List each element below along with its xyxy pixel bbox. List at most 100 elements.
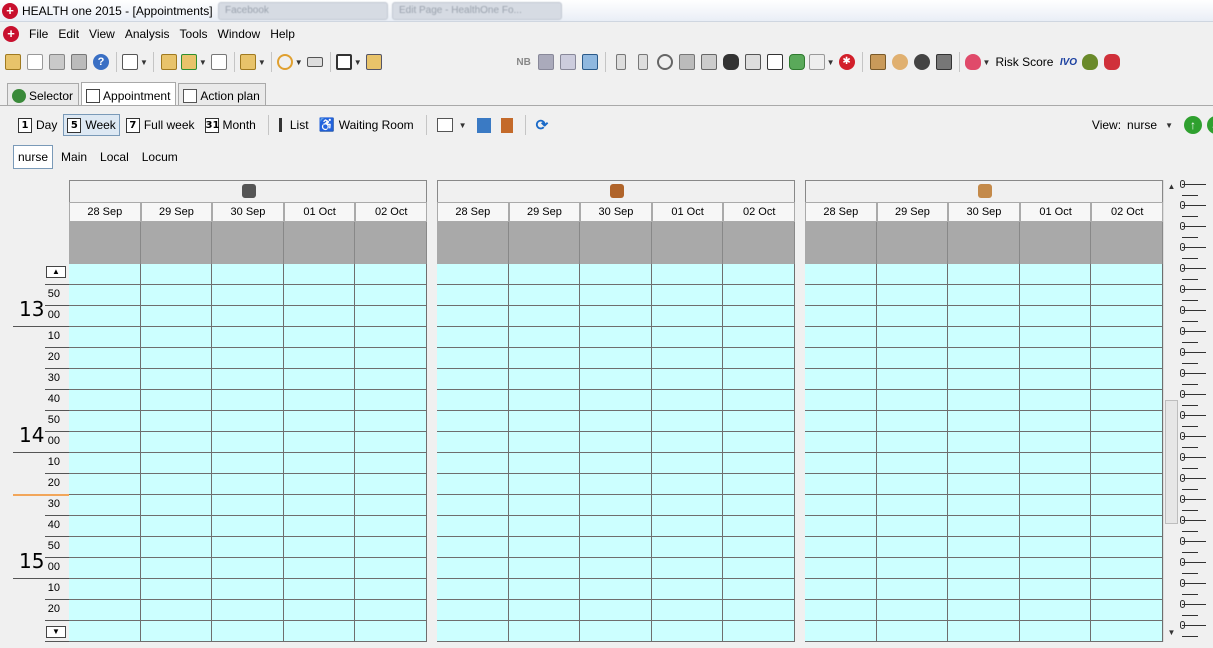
new-document-button[interactable] xyxy=(25,51,45,73)
appointment-slot[interactable] xyxy=(1019,516,1092,537)
appointment-slot[interactable] xyxy=(69,306,141,327)
appointment-slot[interactable] xyxy=(651,348,724,369)
appointment-slot[interactable] xyxy=(212,558,284,579)
menu-help[interactable]: Help xyxy=(266,23,301,45)
appointment-slot[interactable] xyxy=(355,264,427,285)
card-reader-button[interactable] xyxy=(305,51,325,73)
appointment-slot[interactable] xyxy=(140,558,213,579)
appointment-slot[interactable] xyxy=(651,432,724,453)
appointment-slot[interactable] xyxy=(805,264,877,285)
appointment-slot[interactable] xyxy=(1091,537,1163,558)
appointment-slot[interactable] xyxy=(580,264,652,285)
appointment-slot[interactable] xyxy=(876,306,949,327)
appointment-slot[interactable] xyxy=(283,474,356,495)
tools-button[interactable] xyxy=(677,51,697,73)
calendar-scrollbar[interactable]: ▲ ▼ xyxy=(1163,180,1178,642)
appointment-slot[interactable] xyxy=(876,327,949,348)
all-day-area[interactable] xyxy=(580,222,652,264)
appointment-slot[interactable] xyxy=(580,621,652,642)
package-button[interactable] xyxy=(868,51,888,73)
appointment-slot[interactable] xyxy=(651,474,724,495)
appointment-slot[interactable] xyxy=(69,600,141,621)
appointment-slot[interactable] xyxy=(876,285,949,306)
appointment-slot[interactable] xyxy=(437,621,509,642)
appointment-slot[interactable] xyxy=(948,285,1020,306)
pill-box-button[interactable] xyxy=(699,51,719,73)
all-day-area[interactable] xyxy=(1019,222,1092,264)
appointment-slot[interactable] xyxy=(876,579,949,600)
appointment-slot[interactable] xyxy=(437,285,509,306)
appointment-slot[interactable] xyxy=(69,621,141,642)
appointment-slot[interactable] xyxy=(723,264,795,285)
appointment-slot[interactable] xyxy=(508,453,581,474)
appointment-slot[interactable] xyxy=(805,327,877,348)
appointment-slot[interactable] xyxy=(1019,390,1092,411)
appointment-slot[interactable] xyxy=(1091,432,1163,453)
appointment-slot[interactable] xyxy=(723,600,795,621)
appointment-slot[interactable] xyxy=(805,369,877,390)
appointment-slot[interactable] xyxy=(1091,369,1163,390)
day-header[interactable]: 02 Oct xyxy=(723,202,795,222)
appointment-slot[interactable] xyxy=(876,264,949,285)
appointment-slot[interactable] xyxy=(580,495,652,516)
appointment-slot[interactable] xyxy=(283,390,356,411)
appointment-slot[interactable] xyxy=(723,516,795,537)
appointment-slot[interactable] xyxy=(948,327,1020,348)
appointment-slot[interactable] xyxy=(355,327,427,348)
appointment-slot[interactable] xyxy=(948,411,1020,432)
appointment-slot[interactable] xyxy=(283,621,356,642)
appointment-slot[interactable] xyxy=(805,495,877,516)
book-button[interactable] xyxy=(497,114,517,136)
appointment-slot[interactable] xyxy=(1091,516,1163,537)
ivo-button[interactable]: IVO xyxy=(1058,51,1078,73)
appointment-slot[interactable] xyxy=(69,474,141,495)
appointment-slot[interactable] xyxy=(651,495,724,516)
appointment-slot[interactable] xyxy=(355,537,427,558)
document-menu-button[interactable]: ▼ xyxy=(122,51,148,73)
appointment-slot[interactable] xyxy=(140,264,213,285)
appointment-slot[interactable] xyxy=(651,537,724,558)
appointment-slot[interactable] xyxy=(355,432,427,453)
scrollbar-thumb[interactable] xyxy=(1165,400,1178,524)
appointment-slot[interactable] xyxy=(948,537,1020,558)
appointment-slot[interactable] xyxy=(508,411,581,432)
appointment-slot[interactable] xyxy=(948,474,1020,495)
sync-button[interactable]: ▼ xyxy=(276,51,303,73)
browser-tab[interactable]: Edit Page - HealthOne Fo... xyxy=(392,2,562,20)
appointment-slot[interactable] xyxy=(437,495,509,516)
view-day-button[interactable]: 1 Day xyxy=(14,114,61,136)
appointment-slot[interactable] xyxy=(948,453,1020,474)
appointment-slot[interactable] xyxy=(212,327,284,348)
appointment-slot[interactable] xyxy=(1091,285,1163,306)
appointment-slot[interactable] xyxy=(805,285,877,306)
building-button[interactable] xyxy=(934,51,954,73)
appointment-slot[interactable] xyxy=(723,390,795,411)
browser-tab[interactable]: Facebook xyxy=(218,2,388,20)
appointment-slot[interactable] xyxy=(1019,306,1092,327)
appointment-slot[interactable] xyxy=(580,537,652,558)
mail-button[interactable]: ▼ xyxy=(239,51,266,73)
cabinet-button[interactable] xyxy=(743,51,763,73)
nb-button[interactable]: NB xyxy=(514,51,534,73)
appointment-slot[interactable] xyxy=(283,264,356,285)
appointment-slot[interactable] xyxy=(283,411,356,432)
view-selector[interactable]: View: nurse ▼ xyxy=(1092,118,1173,132)
day-header[interactable]: 30 Sep xyxy=(212,202,284,222)
appointment-slot[interactable] xyxy=(805,537,877,558)
appointment-slot[interactable] xyxy=(1019,579,1092,600)
appointment-slot[interactable] xyxy=(1091,558,1163,579)
appointment-slot[interactable] xyxy=(948,306,1020,327)
binoculars-button[interactable] xyxy=(721,51,741,73)
appointment-slot[interactable] xyxy=(948,558,1020,579)
appointment-slot[interactable] xyxy=(580,432,652,453)
appointment-slot[interactable] xyxy=(580,411,652,432)
appointment-slot[interactable] xyxy=(651,600,724,621)
waiting-room-button[interactable]: ♿ Waiting Room xyxy=(315,114,418,136)
appointment-slot[interactable] xyxy=(355,600,427,621)
appointment-slot[interactable] xyxy=(283,558,356,579)
view-month-button[interactable]: 31 Month xyxy=(201,114,260,136)
appointment-slot[interactable] xyxy=(948,579,1020,600)
appointment-slot[interactable] xyxy=(355,579,427,600)
appointment-slot[interactable] xyxy=(508,306,581,327)
navigate-up-button[interactable]: ↑ xyxy=(1184,116,1202,134)
